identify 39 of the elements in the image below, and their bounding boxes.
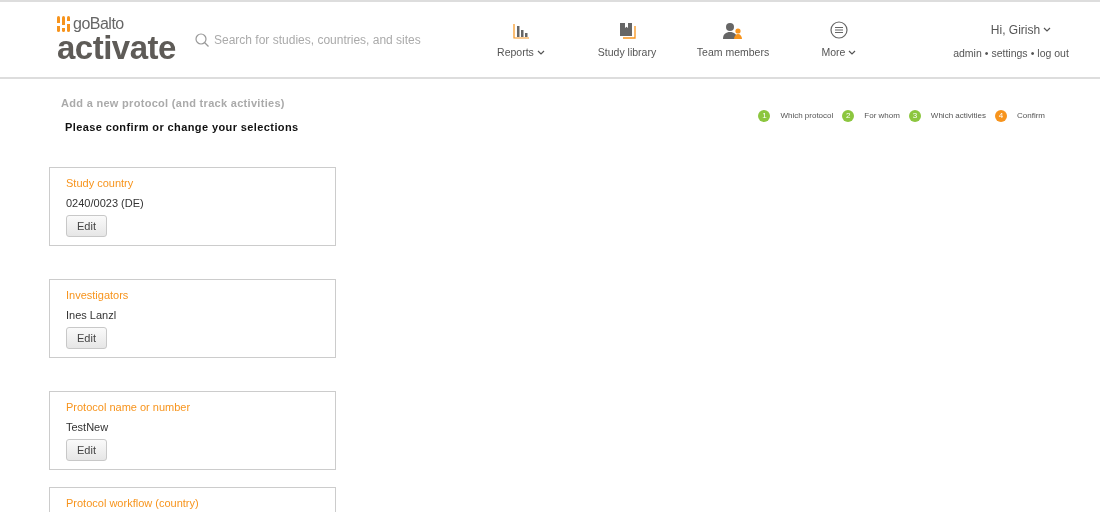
edit-button[interactable]: Edit [66,439,107,461]
nav-item[interactable]: Study library [574,21,680,58]
step-label: Which activities [930,111,986,120]
menu-icon [830,21,848,39]
step-number: 4 [995,109,1007,122]
caret-icon [1043,27,1052,32]
nav-item[interactable]: Reports [468,21,574,58]
header-link[interactable]: log out [1037,46,1069,59]
header-link[interactable]: admin [953,46,982,59]
step-number: 3 [908,109,921,122]
bar-chart-icon [512,23,530,39]
page-title: Add a new protocol (and track activities) [61,97,286,109]
card-title: Investigators [66,289,130,301]
nav-item[interactable]: Team members [680,21,786,58]
edit-button[interactable]: Edit [66,215,107,237]
card-title: Protocol workflow (country) [66,497,200,509]
people-icon [723,22,743,39]
card-title: Protocol name or number [66,401,192,413]
brand-name: goBalto [73,14,124,33]
card-value: TestNew [66,421,110,433]
book-icon [618,22,636,39]
step-label: Confirm [1017,111,1045,120]
product-name: activate [57,32,177,63]
separator-dot: • [984,46,989,59]
card-value: 0240/0023 (DE) [66,197,145,209]
logo-mark-icon [57,15,70,32]
step-label: Which protocol [780,111,834,120]
header-link[interactable]: settings [991,46,1028,59]
step-number: 2 [842,109,855,122]
card-value: Ines Lanzl [66,309,118,321]
separator-dot: • [1030,46,1035,59]
search-icon [195,32,209,47]
card-title: Study country [66,177,135,189]
edit-button[interactable]: Edit [66,327,107,349]
step-label: For whom [864,111,900,120]
nav-item[interactable]: More [786,21,892,58]
step-number: 1 [758,109,771,122]
page-subtitle: Please confirm or change your selections [65,121,299,133]
user-menu[interactable]: Hi, Girish [990,22,1052,37]
